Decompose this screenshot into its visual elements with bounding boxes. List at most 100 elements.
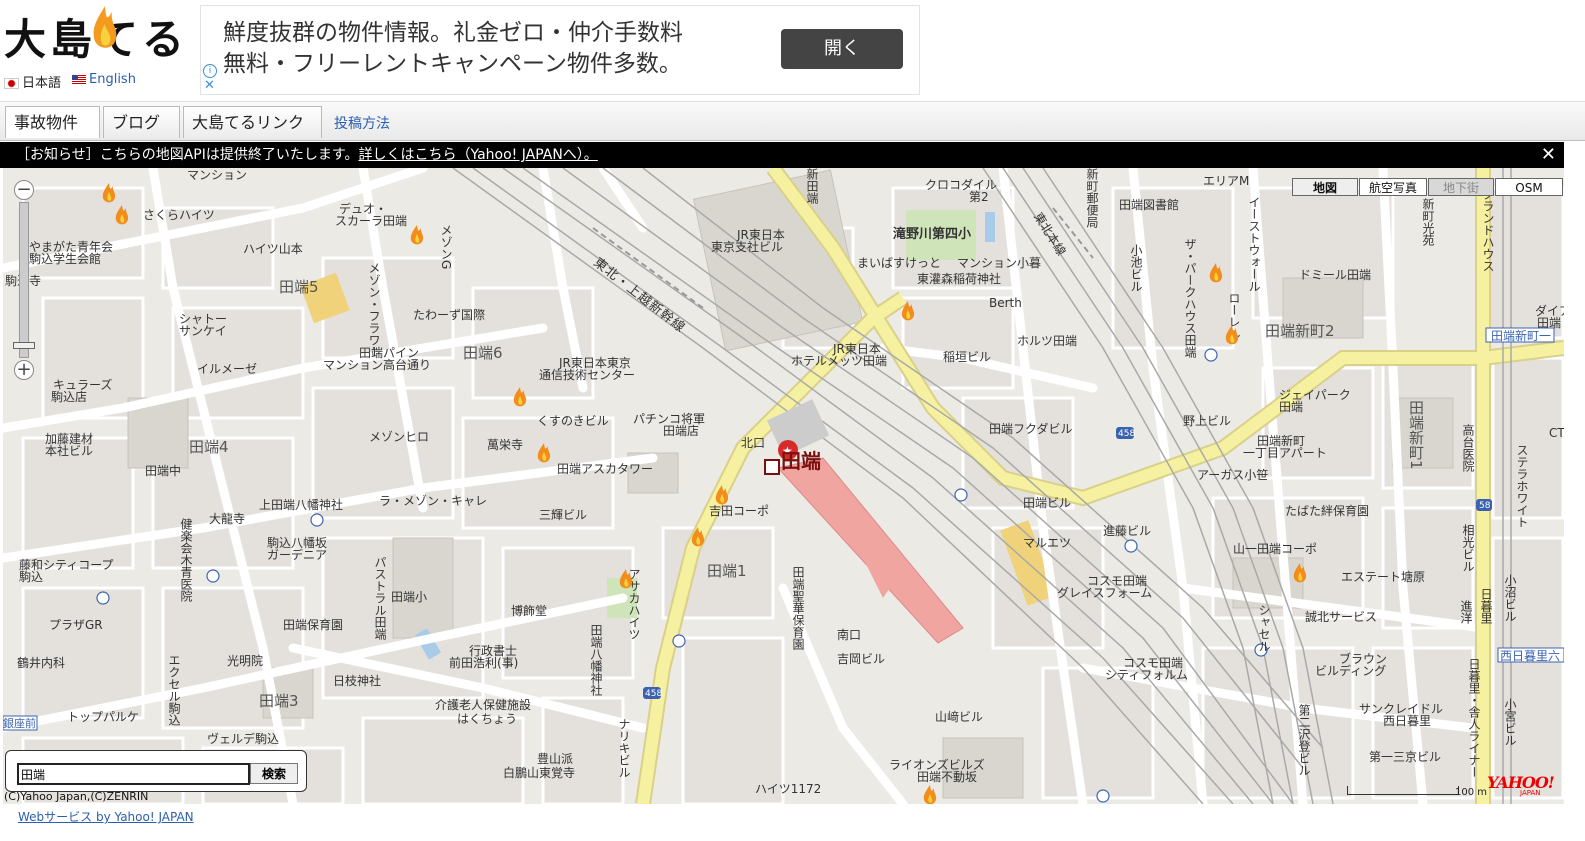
map-label: 田端6 (463, 344, 503, 362)
map-label: エリアM (1203, 174, 1250, 188)
map-label: 田端図書館 (1119, 198, 1180, 212)
map-label: サンケイ (179, 324, 227, 338)
map-label: 吉岡ビル (837, 652, 886, 666)
map-label: 小池ビル (1129, 244, 1143, 292)
ad-info-icon[interactable]: i (203, 64, 217, 78)
map-label: プラザGR (49, 618, 103, 632)
incident-flame-icon[interactable] (408, 224, 426, 246)
map-label: メゾン・フラワー (367, 262, 381, 358)
map-label: 田端聖華保育園 (791, 566, 805, 650)
map-label: ドミール田端 (1299, 268, 1372, 282)
zoom-slider-track[interactable] (19, 202, 29, 358)
incident-flame-icon[interactable] (899, 300, 917, 322)
maptype-map-button[interactable]: 地図 (1292, 178, 1358, 196)
nav-tab-blog[interactable]: ブログ (103, 106, 180, 158)
map-label: 光明院 (227, 654, 264, 668)
maptype-osm-button[interactable]: OSM (1495, 178, 1563, 196)
map-label: 新町光苑 (1421, 198, 1435, 246)
notice-text: ［お知らせ］こちらの地図APIは提供終了いたします。詳しくはこちら（Yahoo!… (16, 142, 598, 168)
station-name[interactable]: 田端 (781, 451, 821, 471)
incident-flame-icon[interactable] (1223, 324, 1241, 346)
map-label: 東京支社ビル (711, 240, 784, 254)
map-scale-label: 100 m (1455, 787, 1488, 798)
map-label: 高台医院 (1461, 424, 1475, 472)
nav-tab-label: 事故物件 (14, 113, 79, 132)
nav-tab-links[interactable]: 大島てるリンク (183, 106, 322, 158)
map-search-button[interactable]: 検索 (250, 763, 298, 784)
map-label: メゾンヒロ (369, 430, 430, 444)
incident-flame-icon[interactable] (689, 526, 707, 548)
map-label: ハイツ山本 (243, 242, 303, 256)
map-label: パストラル田端 (373, 556, 387, 640)
incident-flame-icon[interactable] (1291, 562, 1309, 584)
map-label: 田端新町2 (1265, 322, 1335, 340)
incident-flame-icon[interactable] (535, 442, 553, 464)
map-label: ナリキビル (617, 718, 631, 778)
zoom-in-button[interactable]: + (14, 360, 34, 380)
map-label: 東灌森稲荷神社 (917, 272, 1002, 286)
map-label: 田端5 (279, 278, 319, 296)
maptype-underground-button[interactable]: 地下街 (1428, 178, 1494, 196)
ad-banner[interactable]: 鮮度抜群の物件情報。礼金ゼロ・仲介手数料 無料・フリーレントキャンペーン物件多数… (200, 5, 920, 95)
zoom-out-button[interactable]: − (14, 180, 34, 200)
map-label: CT (1549, 426, 1564, 440)
map-label: 駒込 (19, 570, 44, 584)
map-label: 相光ビル (1461, 524, 1475, 572)
map-label: ハイツ1172 (755, 782, 822, 796)
map-label: 銀座前 (3, 717, 36, 730)
map-base: 458 458 58 ★ (3, 168, 1564, 804)
map-label: シャセル (1257, 604, 1271, 652)
map-label: 日枝神社 (333, 674, 382, 688)
ad-text: 鮮度抜群の物件情報。礼金ゼロ・仲介手数料 無料・フリーレントキャンペーン物件多数… (223, 18, 683, 80)
map-label: 吉田コーポ (709, 504, 770, 518)
site-header: 大島てる 日本語 English 鮮度抜群の物件情報。礼金ゼロ・仲介手数料 無料… (0, 0, 1585, 100)
map-label: 西日暮里六 (1500, 649, 1561, 663)
ad-close-icon[interactable]: ✕ (204, 78, 215, 93)
map-label: シティフォルム (1105, 668, 1189, 682)
incident-flame-icon[interactable] (617, 568, 635, 590)
map-label: 第一三京ビル (1369, 750, 1442, 764)
map-canvas[interactable]: 458 458 58 ★ さくらハイツ やまがた青年会 駒込学生会館 駒込寺 ハ… (3, 168, 1564, 804)
map-label: ヴェルデ駒込 (207, 732, 280, 746)
map-label: 介護老人保健施設 (435, 698, 532, 712)
maptype-aerial-button[interactable]: 航空写真 (1359, 178, 1427, 196)
map-label: エクセル駒込 (167, 654, 181, 726)
yahoo-logo-sub: JAPAN (1520, 789, 1541, 797)
incident-flame-icon[interactable] (713, 484, 731, 506)
nav-tab-jiko-bukken[interactable]: 事故物件 (5, 106, 100, 158)
incident-flame-icon[interactable] (1207, 262, 1225, 284)
incident-flame-icon[interactable] (113, 204, 131, 226)
lang-english[interactable]: English (72, 72, 136, 87)
lang-japanese[interactable]: 日本語 (4, 72, 61, 91)
incident-flame-icon[interactable] (511, 386, 529, 408)
map-label: まいばすけっと (857, 256, 942, 270)
map-label: 野上ビル (1183, 414, 1232, 428)
incident-flame-icon[interactable] (100, 182, 118, 204)
notice-details-link[interactable]: 詳しくはこちら（Yahoo! JAPANへ）。 (358, 147, 597, 163)
nav-link-how-to-post[interactable]: 投稿方法 (334, 113, 390, 133)
site-logo[interactable]: 大島てる (4, 6, 194, 70)
ad-open-button[interactable]: 開く (781, 29, 903, 69)
map-label: イルメーゼ (197, 362, 258, 376)
lang-en-label: English (89, 72, 136, 87)
map-search-box: 検索 (5, 750, 307, 792)
map-label: 田端店 (663, 424, 700, 438)
map-search-input[interactable] (17, 763, 250, 785)
map-label: くすのきビル (537, 414, 609, 428)
us-flag-icon (72, 75, 86, 84)
map-label: ガーデニア (267, 548, 328, 562)
webservice-link[interactable]: Webサービス by Yahoo! JAPAN (18, 808, 194, 825)
svg-text:58: 58 (1479, 501, 1491, 511)
ad-line-2: 無料・フリーレントキャンペーン物件多数。 (223, 51, 682, 77)
incident-flame-icon[interactable] (921, 784, 939, 804)
svg-text:458: 458 (645, 689, 662, 699)
map-label: 稲垣ビル (943, 350, 992, 364)
map-label: 山﨑ビル (935, 710, 984, 724)
map-label: 田端フクダビル (989, 422, 1073, 436)
zoom-slider-handle[interactable] (13, 341, 35, 349)
notice-close-icon[interactable]: ✕ (1541, 142, 1556, 168)
map-label: 田端中 (145, 464, 182, 478)
map-label: 日暮里・舎人ライナー (1467, 658, 1481, 778)
map-label: 進洋 (1459, 600, 1473, 624)
map-label: 萬栄寺 (487, 438, 524, 452)
